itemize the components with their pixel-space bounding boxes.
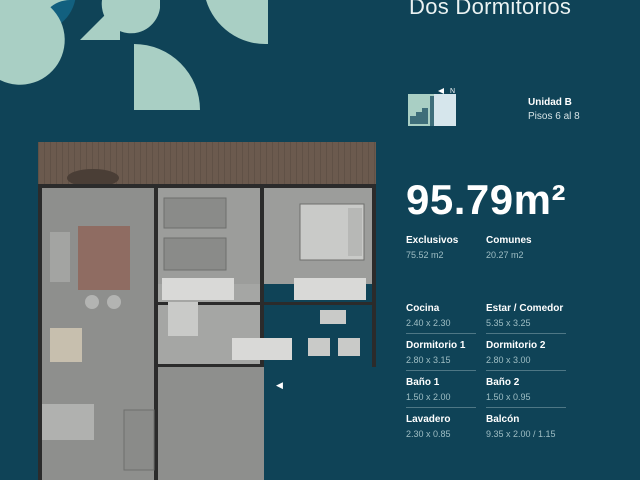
room-value: 2.40 x 2.30 [406, 318, 451, 328]
room-label: Cocina [406, 303, 440, 314]
room-value: 2.80 x 3.15 [406, 355, 451, 365]
room-bano-1: Baño 1 1.50 x 2.00 [406, 376, 486, 404]
room-estar-comedor: Estar / Comedor 5.35 x 3.25 [486, 302, 566, 330]
divider [486, 370, 566, 371]
room-lavadero: Lavadero 2.30 x 0.85 [406, 413, 486, 441]
room-value: 2.80 x 3.00 [486, 355, 531, 365]
room-bano-2: Baño 2 1.50 x 0.95 [486, 376, 566, 404]
summary-label: Comunes [486, 235, 532, 246]
room-value: 5.35 x 3.25 [486, 318, 531, 328]
north-label: N [450, 88, 455, 95]
room-balcon: Balcón 9.35 x 2.00 / 1.15 [486, 413, 596, 441]
unit-name: Unidad B [528, 97, 572, 108]
room-label: Estar / Comedor [486, 303, 564, 314]
floor-plan [38, 142, 376, 480]
divider [406, 370, 476, 371]
divider [486, 333, 566, 334]
summary-label: Exclusivos [406, 235, 459, 246]
page-title: Dos Dormitorios [409, 0, 572, 19]
room-label: Dormitorio 2 [486, 340, 546, 351]
entry-arrow-icon: ◀ [276, 380, 283, 390]
room-value: 2.30 x 0.85 [406, 429, 451, 439]
room-value: 9.35 x 2.00 / 1.15 [486, 429, 556, 439]
unit-floors: Pisos 6 al 8 [528, 111, 580, 122]
divider [406, 407, 476, 408]
summary-common: Comunes 20.27 m2 [486, 234, 532, 262]
divider [406, 333, 476, 334]
total-area: 95.79m² [406, 176, 566, 223]
summary-exclusive: Exclusivos 75.52 m2 [406, 234, 458, 262]
key-plan-icon: N [408, 88, 456, 126]
summary-value: 75.52 m2 [406, 250, 444, 260]
room-dormitorio-1: Dormitorio 1 2.80 x 3.15 [406, 339, 486, 367]
room-value: 1.50 x 2.00 [406, 392, 451, 402]
room-label: Lavadero [406, 414, 451, 425]
room-label: Dormitorio 1 [406, 340, 466, 351]
room-label: Baño 2 [486, 377, 520, 388]
room-dormitorio-2: Dormitorio 2 2.80 x 3.00 [486, 339, 566, 367]
room-label: Balcón [486, 414, 520, 425]
unit-info: Unidad B Pisos 6 al 8 [528, 96, 580, 124]
divider [486, 407, 566, 408]
room-value: 1.50 x 0.95 [486, 392, 531, 402]
room-cocina: Cocina 2.40 x 2.30 [406, 302, 486, 330]
summary-value: 20.27 m2 [486, 250, 524, 260]
room-label: Baño 1 [406, 377, 440, 388]
